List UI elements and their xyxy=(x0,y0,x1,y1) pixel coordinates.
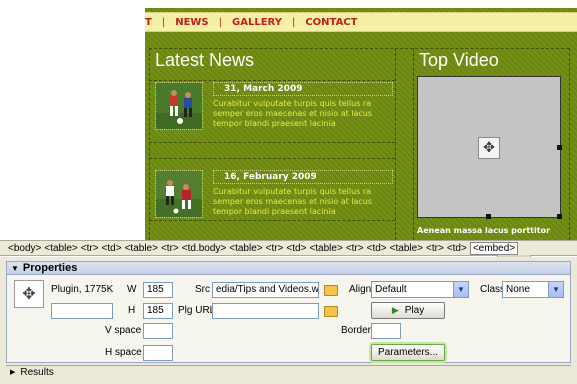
tag-item[interactable]: <tr> xyxy=(426,243,444,254)
soccer-photo xyxy=(156,83,202,129)
h-space-label: H space xyxy=(105,347,142,358)
news-excerpt: Curabitur vulputate turpis quis tellus r… xyxy=(213,99,373,128)
latest-news-title: Latest News xyxy=(155,50,255,70)
tag-item[interactable]: <td> xyxy=(102,243,122,254)
plugin-icon: ✥ xyxy=(478,137,500,159)
nav-item-news[interactable]: NEWS xyxy=(175,17,208,28)
align-select[interactable]: Default ▼ xyxy=(371,281,469,298)
tag-item[interactable]: <table> xyxy=(309,243,342,254)
v-space-label: V space xyxy=(105,325,142,336)
results-panel-header[interactable]: ▶ Results xyxy=(6,365,571,378)
news-date: 16, February 2009 xyxy=(213,170,393,184)
tag-item[interactable]: <table> xyxy=(125,243,158,254)
nav-item-partial: T xyxy=(145,16,152,28)
nav-item-contact[interactable]: CONTACT xyxy=(305,17,357,28)
tag-item-selected[interactable]: <embed> xyxy=(469,241,519,255)
news-thumbnail xyxy=(155,170,203,218)
nav-separator: | xyxy=(161,16,166,28)
table-border xyxy=(149,142,395,143)
table-border xyxy=(149,158,395,159)
tag-item[interactable]: <body> xyxy=(8,243,41,254)
folder-icon[interactable] xyxy=(324,306,338,317)
tag-item[interactable]: <td> xyxy=(286,243,306,254)
properties-body: ✥ Plugin, 1775K W 185 H 185 Src edia/Tip… xyxy=(6,275,571,363)
nav-separator: | xyxy=(291,16,296,28)
plugin-icon: ✥ xyxy=(14,280,44,308)
news-item: 31, March 2009 Curabitur vulputate turpi… xyxy=(153,82,393,134)
align-label: Align xyxy=(349,284,372,295)
tag-item[interactable]: <tr> xyxy=(161,243,179,254)
resize-handle[interactable] xyxy=(557,214,562,219)
play-button-label: Play xyxy=(404,305,425,316)
class-value: None xyxy=(506,284,530,295)
tag-item[interactable]: <td.body> xyxy=(182,243,226,254)
properties-title: Properties xyxy=(22,262,78,274)
news-excerpt: Curabitur vulputate turpis quis tellus r… xyxy=(213,187,373,216)
news-item: 16, February 2009 Curabitur vulputate tu… xyxy=(153,170,393,222)
play-icon: ▶ xyxy=(391,305,399,315)
tag-item[interactable]: <table> xyxy=(390,243,423,254)
parameters-button[interactable]: Parameters... xyxy=(371,344,445,361)
news-thumbnail xyxy=(155,82,203,130)
class-select[interactable]: None ▼ xyxy=(502,281,564,298)
table-border xyxy=(569,48,570,240)
tag-item[interactable]: <table> xyxy=(229,243,262,254)
src-label: Src xyxy=(195,284,210,295)
table-border xyxy=(149,48,569,49)
expand-arrow-icon: ▶ xyxy=(10,369,16,376)
page-preview: T | NEWS | GALLERY | CONTACT Latest News xyxy=(145,8,577,240)
nav-bar: T | NEWS | GALLERY | CONTACT xyxy=(145,12,577,32)
soccer-photo xyxy=(156,171,202,217)
plg-url-label: Plg URL xyxy=(178,305,216,316)
embedded-plugin-placeholder[interactable]: ✥ xyxy=(417,76,562,219)
height-field[interactable]: 185 xyxy=(143,303,173,319)
align-value: Default xyxy=(375,284,407,295)
dreamweaver-editor: T | NEWS | GALLERY | CONTACT Latest News xyxy=(0,0,577,384)
plg-url-field[interactable] xyxy=(212,303,319,319)
design-view[interactable]: T | NEWS | GALLERY | CONTACT Latest News xyxy=(0,0,577,240)
dropdown-arrow-icon: ▼ xyxy=(453,282,468,297)
width-label: W xyxy=(127,284,137,295)
height-label: H xyxy=(128,305,136,316)
tag-item[interactable]: <tr> xyxy=(266,243,284,254)
dropdown-arrow-icon: ▼ xyxy=(548,282,563,297)
border-label: Border xyxy=(341,325,372,336)
h-space-field[interactable] xyxy=(143,345,173,361)
src-field[interactable]: edia/Tips and Videos.wmv xyxy=(212,282,319,298)
news-date: 31, March 2009 xyxy=(213,82,393,96)
video-caption: Aenean massa lacus porttitor xyxy=(417,226,551,235)
collapse-arrow-icon: ▼ xyxy=(11,263,19,273)
tag-item[interactable]: <td> xyxy=(447,243,467,254)
object-type-label: Plugin, 1775K xyxy=(51,284,114,295)
properties-panel: ▼ Properties ✥ Plugin, 1775K W 185 H 185… xyxy=(0,257,577,384)
top-video-title: Top Video xyxy=(419,50,499,70)
tag-item[interactable]: <td> xyxy=(367,243,387,254)
tag-item[interactable]: <table> xyxy=(44,243,77,254)
tag-selector: <body> <table> <tr> <td> <table> <tr> <t… xyxy=(0,240,577,256)
border-field[interactable] xyxy=(371,323,401,339)
table-border xyxy=(395,48,396,240)
width-field[interactable]: 185 xyxy=(143,282,173,298)
nav-separator: | xyxy=(218,16,223,28)
resize-handle[interactable] xyxy=(557,145,562,150)
folder-icon[interactable] xyxy=(324,285,338,296)
object-name-field[interactable] xyxy=(51,303,113,319)
tag-item[interactable]: <tr> xyxy=(346,243,364,254)
play-button[interactable]: ▶ Play xyxy=(371,302,445,319)
v-space-field[interactable] xyxy=(143,323,173,339)
table-border xyxy=(149,48,150,240)
results-title: Results xyxy=(20,366,54,378)
nav-item-gallery[interactable]: GALLERY xyxy=(232,17,282,28)
table-border xyxy=(413,48,414,240)
properties-header[interactable]: ▼ Properties xyxy=(6,261,571,275)
table-border xyxy=(149,80,395,81)
tag-item[interactable]: <tr> xyxy=(81,243,99,254)
resize-handle[interactable] xyxy=(486,214,491,219)
